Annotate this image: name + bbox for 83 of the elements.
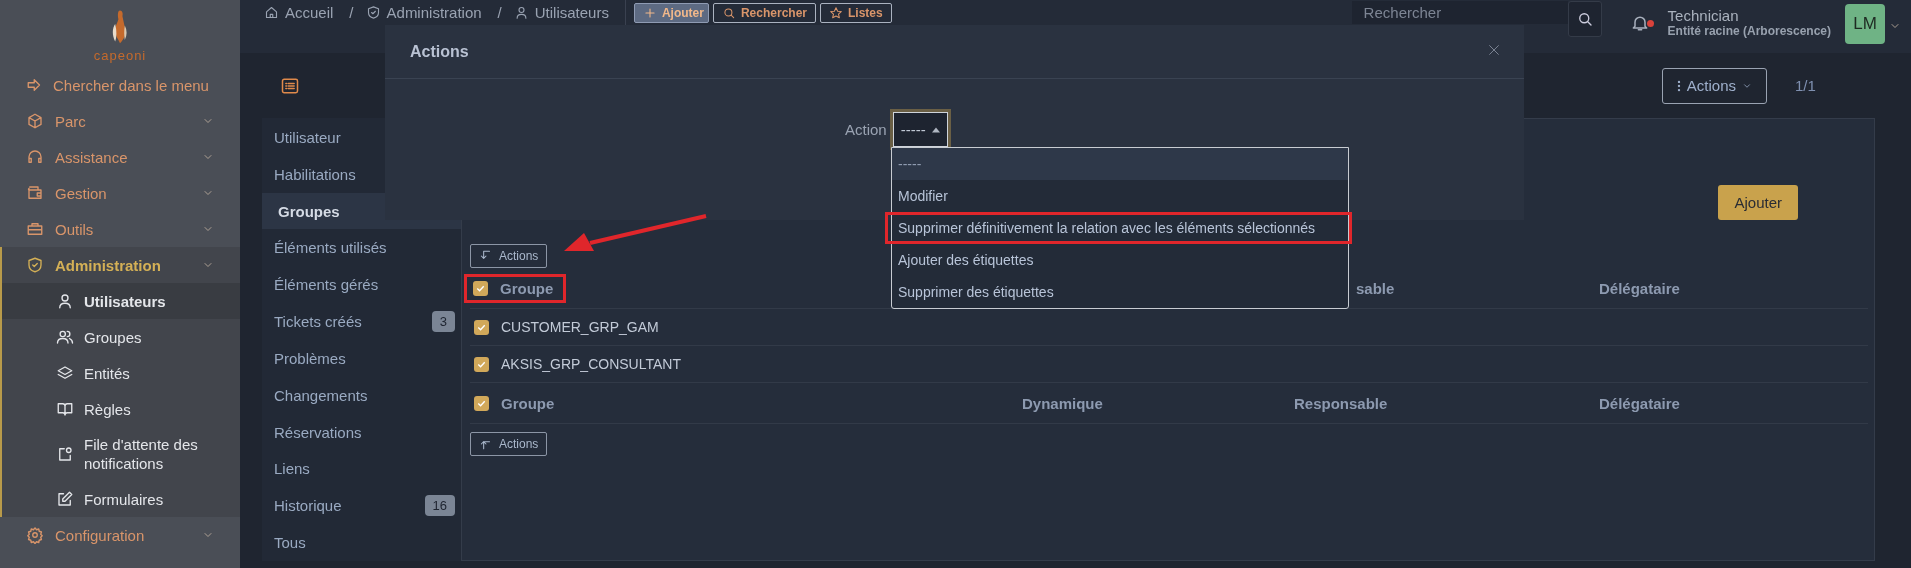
sidebar-subitem[interactable]: Utilisateurs <box>2 283 240 319</box>
avatar-button[interactable]: LM <box>1845 4 1885 44</box>
breadcrumb-separator: / <box>497 3 502 21</box>
shield-icon <box>26 256 44 274</box>
sidebar-subitem[interactable]: Groupes <box>2 319 240 355</box>
tab[interactable]: Tickets créés 3 <box>262 303 461 340</box>
gear-icon <box>26 526 44 544</box>
breadcrumb-link[interactable]: Accueil <box>285 3 334 21</box>
column-header: Responsable <box>1294 394 1388 412</box>
search-button[interactable] <box>1567 1 1602 37</box>
actions-button[interactable]: Actions <box>470 432 548 456</box>
tab[interactable]: Liens <box>262 450 461 488</box>
dropdown-option[interactable]: ----- <box>892 148 1348 180</box>
caret-up-icon <box>931 126 940 133</box>
star-icon <box>829 6 843 20</box>
header-button[interactable]: Listes <box>820 3 892 23</box>
tab[interactable]: Éléments gérés <box>262 266 461 304</box>
briefcase-icon <box>26 220 44 238</box>
dialog-title: Actions <box>410 42 469 61</box>
layers-icon <box>56 364 74 382</box>
table-cell: CUSTOMER_GRP_GAM <box>501 319 659 335</box>
sidebar-item[interactable]: Administration <box>0 247 240 283</box>
action-select[interactable]: ----- <box>892 112 948 147</box>
book-icon <box>56 400 74 418</box>
home-icon <box>264 4 279 20</box>
tab[interactable]: Éléments utilisés <box>262 229 461 267</box>
actions-button[interactable]: Actions <box>470 244 548 268</box>
dropdown-option[interactable]: Supprimer des étiquettes <box>892 276 1348 308</box>
column-header: sable <box>1355 279 1395 297</box>
add-button[interactable]: Ajouter <box>1718 185 1798 220</box>
menu-search-link[interactable]: Chercher dans le menu <box>0 67 240 103</box>
shield-icon <box>365 4 381 20</box>
user-icon <box>56 292 74 310</box>
tab[interactable]: Tous <box>262 524 461 561</box>
tab[interactable]: Réservations <box>262 413 461 451</box>
cube-icon <box>26 112 44 130</box>
checkbox[interactable] <box>474 395 489 411</box>
user-name: Technician <box>1667 7 1740 24</box>
plus-icon <box>642 6 657 20</box>
breadcrumb-link[interactable]: Administration <box>386 3 482 21</box>
actions-button[interactable]: Actions <box>1661 67 1767 104</box>
sidebar-item[interactable]: Configuration <box>0 517 240 553</box>
checkbox[interactable] <box>474 319 489 335</box>
column-header: Groupe <box>501 394 555 412</box>
column-header: Dynamique <box>1022 394 1103 412</box>
breadcrumb-separator: / <box>349 3 354 21</box>
tab[interactable]: Problèmes <box>262 339 461 377</box>
wallet-icon <box>26 184 44 202</box>
user-entity: Entité racine (Arborescence) <box>1667 24 1831 38</box>
users-icon <box>56 328 74 346</box>
search-icon <box>721 6 736 20</box>
checkbox[interactable] <box>473 280 488 296</box>
kebab-icon <box>1676 78 1681 93</box>
table-cell: AKSIS_GRP_CONSULTANT <box>501 356 681 372</box>
header-button[interactable]: Rechercher <box>712 3 816 23</box>
tab[interactable]: Historique 16 <box>262 487 461 525</box>
checkbox[interactable] <box>474 356 489 372</box>
column-header: Délégataire <box>1599 279 1680 297</box>
column-header: Délégataire <box>1599 394 1680 412</box>
headset-icon <box>26 148 44 166</box>
dropdown-option[interactable]: Supprimer définitivement la relation avec les éléments sélectionnés <box>885 212 1352 244</box>
sidebar-subitem[interactable]: Formulaires <box>2 481 240 517</box>
field-label: Action <box>845 121 887 138</box>
notification-icon <box>56 445 74 463</box>
tab[interactable]: Changements <box>262 376 461 414</box>
sidebar-subitem[interactable]: File d'attente des notifications <box>2 427 240 481</box>
count-badge: 3 <box>431 311 455 333</box>
pager-text: 1/1 <box>1795 77 1817 94</box>
sidebar-item[interactable]: Outils <box>0 211 240 247</box>
sidebar-subitem[interactable]: Règles <box>2 391 240 427</box>
logo-text: capeoni <box>93 48 147 63</box>
sidebar-item[interactable]: Parc <box>0 103 240 139</box>
search-field[interactable]: Rechercher <box>1351 1 1568 24</box>
breadcrumb-link[interactable]: Utilisateurs <box>534 3 609 21</box>
column-header: Groupe <box>500 279 554 297</box>
close-icon <box>1486 42 1502 58</box>
sidebar-item[interactable]: Assistance <box>0 139 240 175</box>
dropdown-option[interactable]: Ajouter des étiquettes <box>892 244 1348 276</box>
dropdown-option[interactable]: Modifier <box>892 180 1348 212</box>
count-badge: 16 <box>424 495 455 517</box>
sidebar-subitem[interactable]: Entités <box>2 355 240 391</box>
edit-icon <box>56 490 74 508</box>
sidebar-item[interactable]: Gestion <box>0 175 240 211</box>
